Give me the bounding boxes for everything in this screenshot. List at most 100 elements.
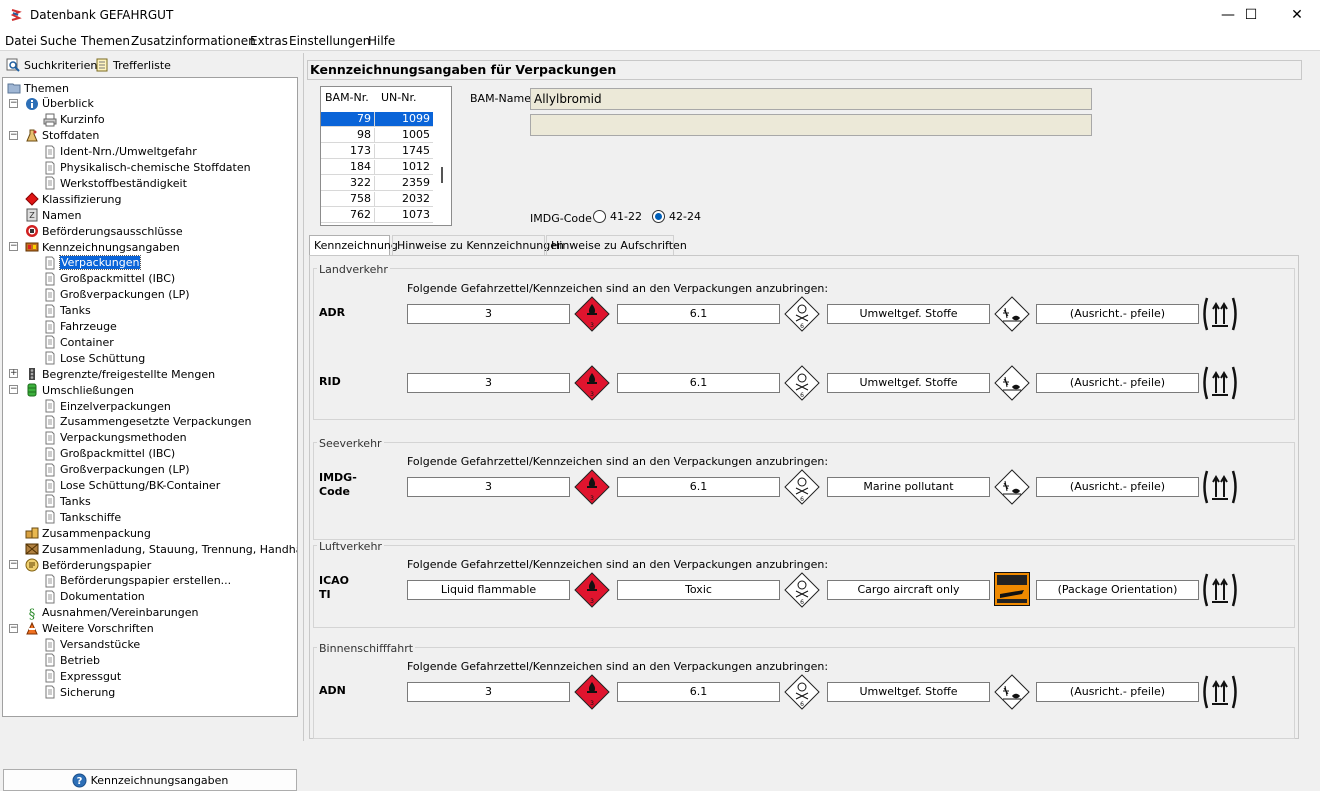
menu-themen[interactable]: Themen [81,34,130,48]
flammable-liquid-icon: 3 [574,572,610,608]
cell-un-nr[interactable]: 2359 [375,176,433,191]
cell-un-nr[interactable]: 1012 [375,160,433,175]
tree-item[interactable]: Lose Schüttung/BK-Container [43,478,220,494]
result-list-button[interactable]: Trefferliste [95,55,171,75]
result-list-label: Trefferliste [113,58,171,72]
mark-3-field: Umweltgef. Stoffe [827,304,990,324]
tree-item[interactable]: Versandstücke [43,637,140,653]
tree-item[interactable]: Zusammengesetzte Verpackungen [43,414,252,430]
tree-item[interactable]: Klassifizierung [25,191,122,207]
tree-item[interactable]: Dokumentation [43,589,145,605]
col-header-un[interactable]: UN-Nr. [381,91,417,104]
topic-tree[interactable]: Themen − Überblick Kurzinfo − Stoffdaten Ident… [2,77,298,717]
imdg-radio-41-22[interactable]: 41-22 [593,210,642,223]
cell-un-nr[interactable]: 1099 [375,112,433,127]
help-kennzeichnung-button[interactable]: ? Kennzeichnungsangaben [3,769,297,791]
tree-item[interactable]: Physikalisch-chemische Stoffdaten [43,160,251,176]
tab-hinweise-aufschriften[interactable]: Hinweise zu Aufschriften [546,235,687,255]
tree-expander[interactable]: − [9,98,18,108]
tree-item[interactable]: Großpackmittel (IBC) [43,271,175,287]
menu-extras[interactable]: Extras [250,34,288,48]
tree-item[interactable]: Z Namen [25,207,81,223]
menu-zusatzinformationen[interactable]: Zusatzinformationen [131,34,256,48]
cell-un-nr[interactable]: 1005 [375,128,433,143]
bam-name-field[interactable]: Allylbromid [530,88,1092,110]
tab-hinweise-kennzeichnungen[interactable]: Hinweise zu Kennzeichnungen [392,235,564,255]
tree-item[interactable]: Einzelverpackungen [43,398,171,414]
tree-item[interactable]: Beförderungsausschlüsse [25,223,183,239]
cell-un-nr[interactable]: 1073 [375,208,433,223]
traffic-light-icon [25,367,39,381]
tree-item[interactable]: Großverpackungen (LP) [43,287,190,303]
cell-bam-nr[interactable]: 758 [321,192,375,207]
tree-item[interactable]: Container [43,334,114,350]
menu-einstellungen[interactable]: Einstellungen [289,34,370,48]
tree-item[interactable]: Themen [7,80,69,96]
tree-item[interactable]: Tanks [43,493,91,509]
tree-item[interactable]: Zusammenladung, Stauung, Trennung, Handh… [25,541,297,557]
tree-item[interactable]: Weitere Vorschriften [25,621,154,637]
tree-item[interactable]: Stoffdaten [25,128,99,144]
menu-suche[interactable]: Suche [40,34,77,48]
tree-item[interactable]: § Ausnahmen/Vereinbarungen [25,605,199,622]
tree-item[interactable]: Kennzeichnungsangaben [25,239,180,255]
tree-item[interactable]: Werkstoffbeständigkeit [43,175,187,191]
close-button[interactable]: ✕ [1274,0,1320,31]
tree-item[interactable]: Großverpackungen (LP) [43,462,190,478]
imdg-radio-42-24[interactable]: 42-24 [652,210,701,223]
tree-item[interactable]: Großpackmittel (IBC) [43,446,175,462]
tree-item[interactable]: Überblick [25,96,94,112]
tree-item[interactable]: Beförderungspapier erstellen... [43,573,231,589]
table-scrollbar[interactable] [441,167,443,183]
cell-un-nr[interactable]: 1745 [375,144,433,159]
mark-3-field: Umweltgef. Stoffe [827,373,990,393]
environment-icon [994,674,1030,710]
cell-bam-nr[interactable]: 322 [321,176,375,191]
imdg-code-label: IMDG-Code [530,212,592,225]
cell-bam-nr[interactable]: 762 [321,208,375,223]
tree-item[interactable]: Zusammenpackung [25,525,151,541]
cell-un-nr[interactable]: 2032 [375,192,433,207]
tree-item[interactable]: Sicherung [43,684,115,700]
tree-expander[interactable]: − [9,130,18,140]
transport-mode-label: IMDG- Code [319,471,357,498]
tree-item[interactable]: Beförderungspapier [25,557,151,573]
document-icon [43,685,57,699]
document-icon [43,256,57,270]
tree-item[interactable]: Lose Schüttung [43,350,145,366]
tree-item[interactable]: Verpackungsmethoden [43,430,187,446]
orientation-arrows-icon [1201,296,1239,332]
tree-item[interactable]: Tankschiffe [43,509,121,525]
cell-bam-nr[interactable]: 184 [321,160,375,175]
tree-expander[interactable]: − [9,560,18,569]
tree-item[interactable]: Kurzinfo [43,112,105,128]
maximize-button[interactable]: ☐ [1228,0,1274,31]
cell-bam-nr[interactable]: 173 [321,144,375,159]
tree-item[interactable]: Betrieb [43,652,100,668]
tree-item-label: Tanks [60,304,91,318]
bam-name-field-2[interactable] [530,114,1092,136]
search-criteria-button[interactable]: Suchkriterien [6,55,97,75]
tree-item[interactable]: Fahrzeuge [43,319,117,335]
transport-mode-label: ICAO TI [319,574,350,601]
tab-kennzeichnung[interactable]: Kennzeichnung [309,235,398,256]
tree-item[interactable]: Ident-Nrn./Umweltgefahr [43,144,197,160]
cell-bam-nr[interactable]: 79 [321,112,375,127]
tree-item[interactable]: Expressgut [43,668,121,684]
tree-item-label: Betrieb [60,653,100,667]
tree-expander[interactable]: − [9,242,18,251]
cell-bam-nr[interactable]: 98 [321,128,375,143]
tree-item-label: Ident-Nrn./Umweltgefahr [60,145,197,159]
tree-item[interactable]: Umschließungen [25,382,134,398]
tree-item[interactable]: Begrenzte/freigestellte Mengen [25,366,215,382]
hazard-label-1-field: Liquid flammable [407,580,570,600]
col-header-bam[interactable]: BAM-Nr. [325,91,369,104]
menu-hilfe[interactable]: Hilfe [368,34,395,48]
tree-expander[interactable]: + [9,369,18,379]
menu-datei[interactable]: Datei [5,34,37,48]
tree-item[interactable]: Tanks [43,303,91,319]
tree-expander[interactable]: − [9,623,18,633]
bam-un-table[interactable]: BAM-Nr. UN-Nr. 79 1099 98 1005 173 1745 184 101… [320,86,452,226]
tree-expander[interactable]: − [9,385,18,395]
tree-item[interactable]: Verpackungen [43,255,142,271]
